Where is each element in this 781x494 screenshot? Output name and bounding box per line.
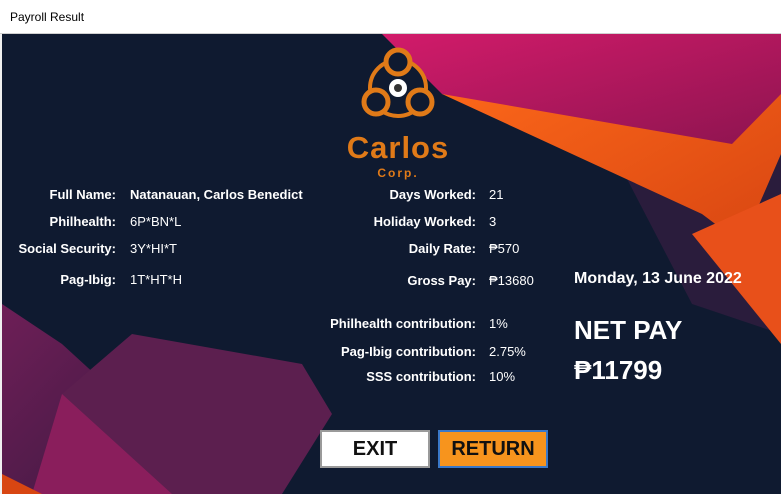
sss-contribution-label: SSS contribution: <box>366 369 476 384</box>
title-bar: Payroll Result <box>0 0 781 34</box>
full-name-label: Full Name: <box>49 187 116 202</box>
pagibig-contribution-label: Pag-Ibig contribution: <box>340 344 476 359</box>
payroll-result-panel: Carlos Corp. Full Name: Natanauan, Carlo… <box>2 34 781 494</box>
daily-rate-label: Daily Rate: <box>408 241 476 256</box>
exit-button[interactable]: EXIT <box>320 430 430 468</box>
gross-pay-value: ₱13680 <box>489 273 534 288</box>
return-button[interactable]: RETURN <box>438 430 548 468</box>
social-security-label: Social Security: <box>18 241 116 256</box>
holiday-worked-label: Holiday Worked: <box>373 214 476 229</box>
logo-brand-name: Carlos <box>346 130 450 165</box>
days-worked-value: 21 <box>489 187 504 202</box>
philhealth-contribution-value: 1% <box>489 316 508 331</box>
window-title: Payroll Result <box>10 10 85 24</box>
social-security-value: 3Y*HI*T <box>130 241 177 256</box>
philhealth-contribution-label: Philhealth contribution: <box>330 316 476 331</box>
daily-rate-value: ₱570 <box>489 241 520 256</box>
pagibig-contribution-value: 2.75% <box>489 344 526 359</box>
net-pay-value: ₱11799 <box>574 355 663 385</box>
payroll-date: Monday, 13 June 2022 <box>574 270 742 287</box>
logo-icon <box>361 47 435 118</box>
pagibig-label: Pag-Ibig: <box>60 272 116 287</box>
company-logo: Carlos Corp. <box>342 46 462 186</box>
logo-brand-sub: Corp. <box>377 166 419 180</box>
holiday-worked-value: 3 <box>489 214 497 229</box>
philhealth-label: Philhealth: <box>49 214 116 229</box>
philhealth-value: 6P*BN*L <box>130 214 182 229</box>
pagibig-value: 1T*HT*H <box>130 272 183 287</box>
gross-pay-label: Gross Pay: <box>407 273 476 288</box>
days-worked-label: Days Worked: <box>389 187 476 202</box>
sss-contribution-value: 10% <box>489 369 516 384</box>
full-name-value: Natanauan, Carlos Benedict <box>130 187 303 202</box>
net-pay-label: NET PAY <box>574 315 683 345</box>
